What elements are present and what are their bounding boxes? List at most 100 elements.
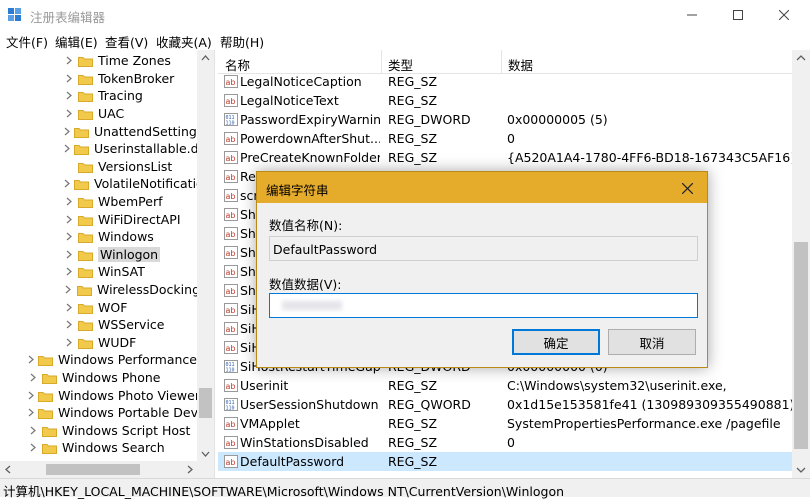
chevron-right-icon[interactable] xyxy=(28,390,34,400)
chevron-right-icon[interactable] xyxy=(64,91,74,101)
menu-file[interactable]: 文件(F) xyxy=(6,32,48,51)
string-value-icon: ab xyxy=(224,303,238,316)
folder-icon xyxy=(78,266,93,279)
chevron-right-icon[interactable] xyxy=(64,267,74,277)
chevron-right-icon[interactable] xyxy=(64,214,74,224)
tree-item[interactable]: WiFiDirectAPI xyxy=(0,210,200,228)
tree-item[interactable]: Windows Script Host xyxy=(0,422,200,440)
chevron-right-icon[interactable] xyxy=(64,197,74,207)
chevron-right-icon[interactable] xyxy=(64,320,74,330)
tree-item[interactable]: Windows Search xyxy=(0,439,200,457)
tree-item-label: Winlogon xyxy=(98,246,161,262)
tree-item[interactable]: UnattendSettings xyxy=(0,122,203,140)
value-row[interactable]: ab LegalNoticeCaption REG_SZ xyxy=(218,72,792,91)
tree-item-label: Windows Search xyxy=(62,440,165,456)
chevron-right-icon[interactable] xyxy=(64,337,74,347)
tree-item[interactable]: Winlogon xyxy=(0,246,200,264)
minimize-button[interactable] xyxy=(669,0,715,30)
cancel-button[interactable]: 取消 xyxy=(608,329,696,355)
maximize-icon xyxy=(733,10,743,20)
value-data: {A520A1A4-1780-4FF6-BD18-167343C5AF16} xyxy=(507,150,799,165)
tree-item[interactable]: WSService xyxy=(0,316,200,334)
value-type: REG_QWORD xyxy=(388,397,471,412)
chevron-right-icon[interactable] xyxy=(64,73,74,83)
value-data: 0 xyxy=(507,131,515,146)
tree-item[interactable]: Windows Portable Devi xyxy=(0,404,201,422)
column-divider[interactable] xyxy=(381,50,382,74)
chevron-right-icon[interactable] xyxy=(64,56,74,66)
folder-icon xyxy=(78,337,93,349)
tree-item[interactable]: VersionsList xyxy=(0,158,200,176)
key-tree[interactable]: Time Zones TokenBroker Tracing UAC UnattendS… xyxy=(0,50,215,478)
svg-text:ab: ab xyxy=(226,230,236,239)
value-row[interactable]: ab LegalNoticeText REG_SZ xyxy=(218,91,792,110)
chevron-right-icon[interactable] xyxy=(64,126,70,136)
menu-edit[interactable]: 编辑(E) xyxy=(55,32,98,51)
tree-item[interactable]: WUDF xyxy=(0,334,200,352)
tree-item[interactable]: Userinstallable.dr xyxy=(0,140,204,158)
value-type: REG_SZ xyxy=(388,131,438,146)
menu-help[interactable]: 帮助(H) xyxy=(220,32,264,51)
value-row[interactable]: 011 110 PasswordExpiryWarning REG_DWORD 0x00… xyxy=(218,110,792,129)
chevron-right-icon[interactable] xyxy=(64,232,74,242)
tree-item[interactable]: VolatileNotificatio xyxy=(0,175,204,193)
tree-item[interactable]: Windows Photo Viewer xyxy=(0,386,200,404)
value-row[interactable]: ab Userinit REG_SZ C:\Windows\system32\user… xyxy=(218,376,792,395)
tree-item[interactable]: Windows xyxy=(0,228,200,246)
chevron-right-icon[interactable] xyxy=(28,408,34,418)
value-type: REG_SZ xyxy=(388,93,438,108)
chevron-right-icon[interactable] xyxy=(28,425,38,435)
string-value-icon: ab xyxy=(224,455,238,468)
value-row[interactable]: ab VMApplet REG_SZ SystemPropertiesPerforma… xyxy=(218,414,792,433)
chevron-right-icon[interactable] xyxy=(64,144,70,154)
value-name-label: 数值名称(N): xyxy=(269,218,343,233)
menu-bar: 文件(F) 编辑(E) 查看(V) 收藏夹(A) 帮助(H) xyxy=(0,30,810,50)
chevron-right-icon[interactable] xyxy=(64,179,70,189)
value-row[interactable]: ab PreCreateKnownFolders REG_SZ {A520A1A4-1… xyxy=(218,148,798,167)
chevron-right-icon[interactable] xyxy=(28,355,34,365)
column-divider[interactable] xyxy=(501,50,502,74)
menu-view[interactable]: 查看(V) xyxy=(105,32,148,51)
tree-item[interactable]: Windows Performance T xyxy=(0,351,209,369)
value-name: PreCreateKnownFolders xyxy=(240,150,380,165)
value-row[interactable]: ab PowerdownAfterShut... REG_SZ 0 xyxy=(218,129,792,148)
tree-item-label: Windows xyxy=(98,229,154,245)
chevron-right-icon[interactable] xyxy=(64,109,74,119)
chevron-right-icon[interactable] xyxy=(28,443,38,453)
value-row[interactable]: 011 110 UserSessionShutdown... REG_QWORD 0x1… xyxy=(218,395,794,414)
ok-button[interactable]: 确定 xyxy=(512,329,600,355)
value-row[interactable]: ab WinStationsDisabled REG_SZ 0 xyxy=(218,433,792,452)
tree-item[interactable]: WirelessDocking xyxy=(0,281,200,299)
menu-favorites[interactable]: 收藏夹(A) xyxy=(156,32,212,51)
tree-item[interactable]: WbemPerf xyxy=(0,193,200,211)
chevron-right-icon[interactable] xyxy=(64,249,74,259)
value-data: 0 xyxy=(507,435,515,450)
tree-vertical-scrollbar[interactable] xyxy=(197,50,214,461)
value-data: SystemPropertiesPerformance.exe /pagefil… xyxy=(507,416,781,431)
tree-item[interactable]: Windows Phone xyxy=(0,369,200,387)
svg-text:ab: ab xyxy=(226,211,236,220)
svg-text:ab: ab xyxy=(226,249,236,258)
svg-text:ab: ab xyxy=(226,382,236,391)
tree-item-label: VersionsList xyxy=(98,158,173,174)
maximize-button[interactable] xyxy=(715,0,761,30)
svg-text:ab: ab xyxy=(226,458,236,467)
dialog-close-button[interactable] xyxy=(677,178,697,198)
value-name: LegalNoticeText xyxy=(240,93,339,108)
tree-item[interactable]: Time Zones xyxy=(0,52,200,70)
folder-icon xyxy=(78,73,93,85)
value-type: REG_SZ xyxy=(388,378,438,393)
tree-horizontal-scrollbar[interactable] xyxy=(0,461,214,478)
value-data-input[interactable] xyxy=(269,293,698,318)
list-vertical-scrollbar[interactable] xyxy=(792,50,810,478)
tree-item[interactable]: WOF xyxy=(0,298,200,316)
tree-item[interactable]: Tracing xyxy=(0,87,200,105)
tree-item[interactable]: TokenBroker xyxy=(0,70,200,88)
tree-item[interactable]: UAC xyxy=(0,105,200,123)
chevron-right-icon[interactable] xyxy=(28,373,38,383)
chevron-right-icon[interactable] xyxy=(64,285,73,295)
close-button[interactable] xyxy=(761,0,807,30)
chevron-right-icon[interactable] xyxy=(64,302,74,312)
tree-item[interactable]: WinSAT xyxy=(0,263,200,281)
value-row[interactable]: ab DefaultPassword REG_SZ xyxy=(218,452,792,471)
